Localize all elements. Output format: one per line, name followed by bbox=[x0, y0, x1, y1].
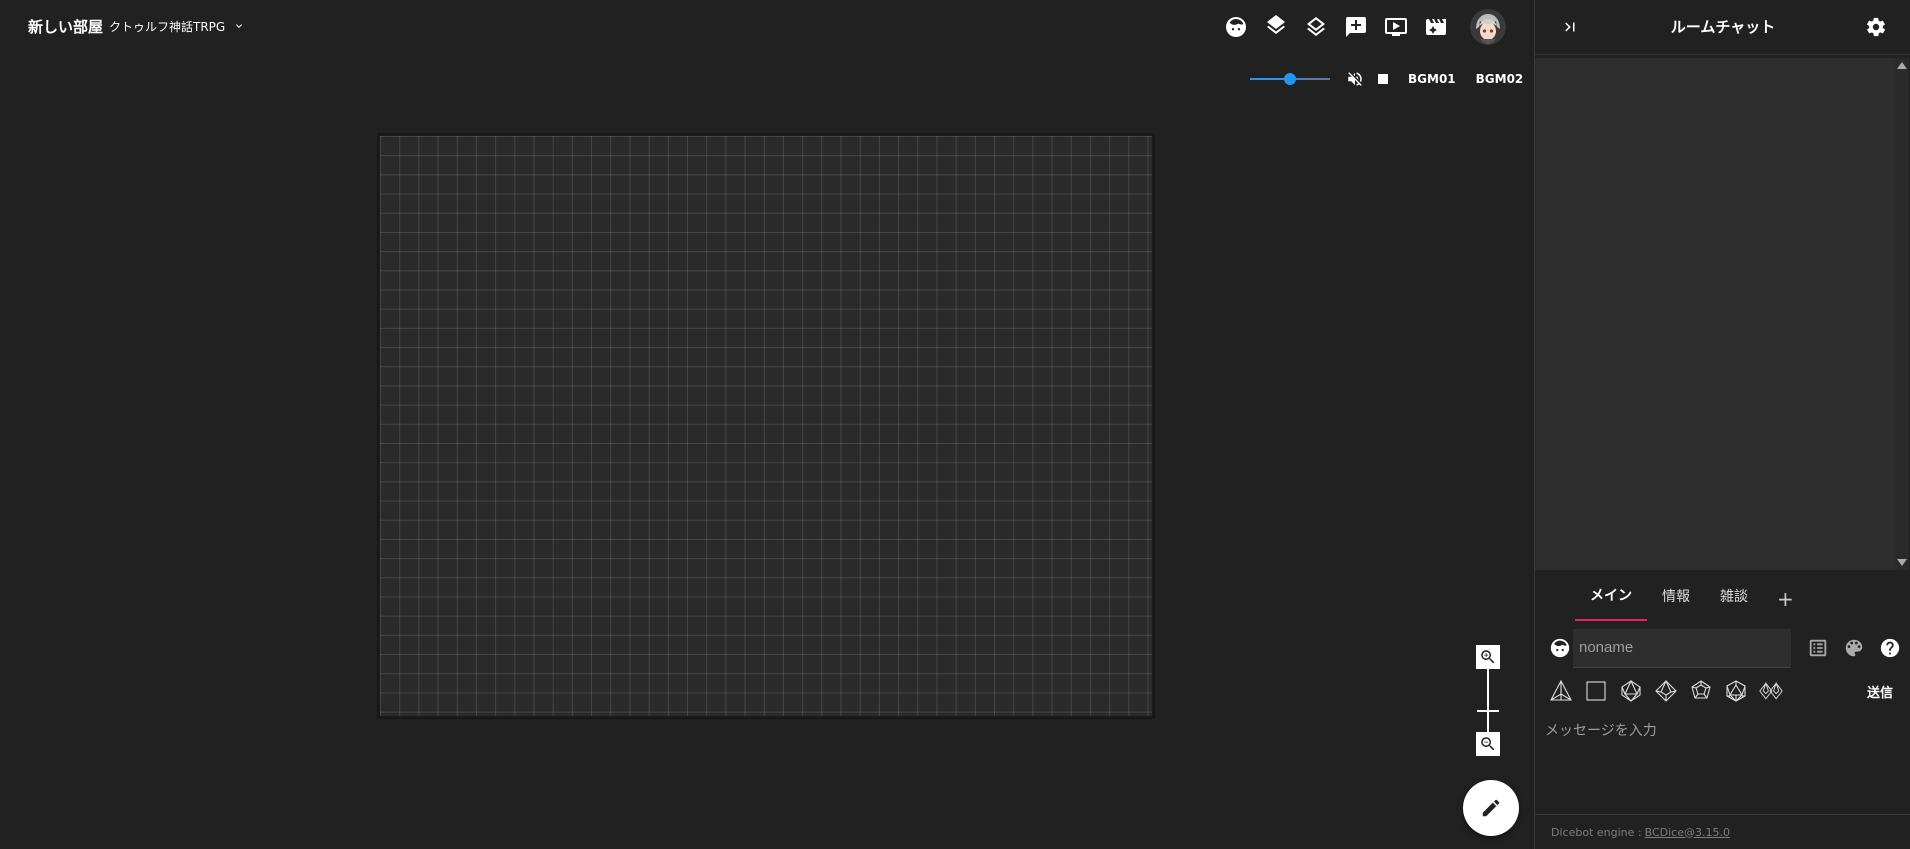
bgm-track-1[interactable]: BGM01 bbox=[1398, 72, 1466, 86]
volume-thumb[interactable] bbox=[1284, 73, 1296, 85]
chat-settings-button[interactable] bbox=[1863, 14, 1889, 40]
pencil-icon bbox=[1482, 799, 1500, 817]
zoom-in-button[interactable] bbox=[1476, 645, 1500, 669]
scroll-down-arrow-icon[interactable] bbox=[1897, 559, 1907, 566]
message-area bbox=[1535, 714, 1910, 814]
character-face-icon bbox=[1226, 17, 1246, 37]
character-button[interactable] bbox=[1220, 12, 1252, 42]
zoom-out-icon bbox=[1481, 737, 1495, 751]
d20-icon bbox=[1726, 680, 1746, 702]
bgm-track-2[interactable]: BGM02 bbox=[1466, 72, 1534, 86]
message-input[interactable] bbox=[1543, 718, 1899, 812]
zoom-slider-handle[interactable] bbox=[1477, 710, 1499, 712]
chat-title: ルームチャット bbox=[1670, 18, 1776, 36]
d10-button[interactable] bbox=[1652, 677, 1680, 705]
room-system: クトゥルフ神話TRPG bbox=[109, 19, 226, 34]
bgm-controls: BGM01 BGM02 bbox=[1250, 66, 1533, 92]
layers-button[interactable] bbox=[1260, 12, 1292, 42]
palette-icon bbox=[1845, 639, 1863, 657]
layers-filled-icon bbox=[1267, 15, 1285, 34]
zoom-slider-track[interactable] bbox=[1487, 669, 1489, 732]
character-face-icon bbox=[1550, 638, 1570, 658]
send-button[interactable]: 送信 bbox=[1867, 682, 1893, 701]
chat-tabs: メイン 情報 雑談 + bbox=[1575, 577, 1808, 621]
volume-slider[interactable] bbox=[1250, 66, 1330, 92]
room-name: 新しい部屋 bbox=[28, 17, 104, 36]
d10-icon bbox=[1655, 679, 1677, 702]
layers-outline-button[interactable] bbox=[1300, 12, 1332, 42]
tab-chatter[interactable]: 雑談 bbox=[1705, 578, 1763, 620]
toolbar bbox=[1220, 12, 1452, 42]
list-icon bbox=[1809, 639, 1827, 657]
chevron-down-icon bbox=[231, 18, 247, 34]
media-cut-icon bbox=[1426, 19, 1446, 35]
room-title-menu[interactable]: 新しい部屋 クトゥルフ神話TRPG bbox=[28, 14, 247, 38]
layers-outline-icon bbox=[1307, 17, 1325, 36]
speaker-row bbox=[1547, 628, 1907, 668]
tab-info[interactable]: 情報 bbox=[1647, 578, 1705, 620]
d8-button[interactable] bbox=[1617, 677, 1645, 705]
color-palette-button[interactable] bbox=[1839, 633, 1869, 663]
dicebot-version-link[interactable]: BCDice@3.15.0 bbox=[1645, 826, 1730, 839]
d8-icon bbox=[1621, 679, 1641, 702]
speaker-character-button[interactable] bbox=[1547, 635, 1573, 661]
cutin-button[interactable] bbox=[1420, 12, 1452, 42]
speaker-name-input[interactable] bbox=[1573, 628, 1791, 668]
chat-header: ルームチャット bbox=[1535, 0, 1910, 55]
help-icon bbox=[1880, 638, 1900, 658]
chat-log[interactable] bbox=[1535, 58, 1895, 570]
stop-button[interactable] bbox=[1370, 66, 1396, 92]
help-button[interactable] bbox=[1875, 633, 1905, 663]
gear-icon bbox=[1867, 17, 1886, 37]
screen-button[interactable] bbox=[1380, 12, 1412, 42]
d12-icon bbox=[1691, 680, 1711, 699]
avatar-character-icon bbox=[1470, 9, 1506, 45]
screen-icon bbox=[1385, 18, 1407, 36]
stop-icon bbox=[1378, 74, 1388, 84]
add-chat-button[interactable] bbox=[1340, 12, 1372, 42]
d6-button[interactable] bbox=[1582, 677, 1610, 705]
d4-icon bbox=[1550, 679, 1572, 701]
d6-icon bbox=[1586, 681, 1606, 701]
edit-fab-button[interactable] bbox=[1463, 780, 1519, 836]
dice-toolbar: 送信 bbox=[1547, 676, 1907, 706]
user-avatar[interactable] bbox=[1470, 9, 1506, 45]
dicebot-label: Dicebot engine : bbox=[1551, 825, 1642, 839]
volume-off-icon bbox=[1348, 72, 1362, 86]
chat-palette-list-button[interactable] bbox=[1803, 633, 1833, 663]
mute-button[interactable] bbox=[1342, 66, 1368, 92]
tab-main[interactable]: メイン bbox=[1575, 577, 1647, 621]
add-tab-button[interactable]: + bbox=[1763, 580, 1808, 618]
d100-button[interactable] bbox=[1757, 677, 1785, 705]
zoom-in-icon bbox=[1481, 650, 1495, 664]
add-comment-icon bbox=[1346, 17, 1366, 37]
chat-panel: ルームチャット メイン 情報 雑談 + noname 送信 メッセージを入力 D… bbox=[1534, 0, 1910, 849]
scroll-up-arrow-icon[interactable] bbox=[1897, 62, 1907, 69]
zoom-out-button[interactable] bbox=[1476, 732, 1500, 756]
dicebot-footer: Dicebot engine : BCDice@3.15.0 bbox=[1535, 814, 1910, 849]
d4-button[interactable] bbox=[1547, 677, 1575, 705]
map-board[interactable] bbox=[378, 134, 1154, 718]
d100-icon bbox=[1759, 681, 1783, 700]
d12-button[interactable] bbox=[1687, 677, 1715, 705]
d20-button[interactable] bbox=[1722, 677, 1750, 705]
chat-scrollbar[interactable] bbox=[1895, 58, 1909, 570]
